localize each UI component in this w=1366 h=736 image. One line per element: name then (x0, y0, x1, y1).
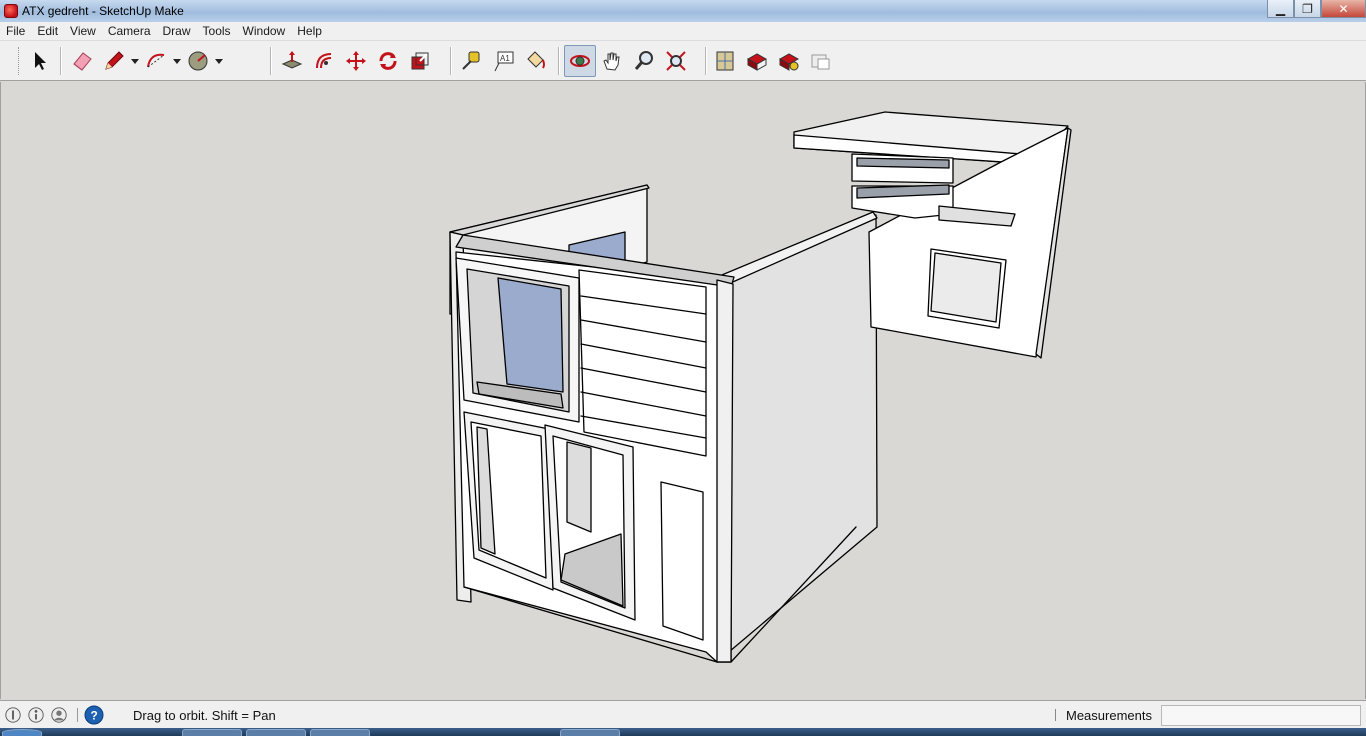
measurements-separator (1055, 709, 1056, 721)
restore-button[interactable]: ❐ (1294, 0, 1321, 18)
line-tool-dropdown[interactable] (130, 45, 140, 77)
send-to-layout-button[interactable] (805, 45, 837, 77)
model-right-wall (716, 214, 878, 663)
menu-camera[interactable]: Camera (102, 22, 157, 41)
menu-window[interactable]: Window (237, 22, 292, 41)
menu-file[interactable]: File (0, 22, 31, 41)
scale-icon (411, 52, 429, 70)
help-icon[interactable]: ? (84, 705, 104, 725)
pencil-icon (105, 51, 124, 70)
model-lower-right-door-reveal (566, 441, 592, 533)
tape-measure-icon (462, 51, 480, 70)
start-button[interactable] (2, 729, 42, 736)
zoom-tool[interactable] (628, 45, 660, 77)
select-tool[interactable] (24, 45, 56, 77)
menu-help[interactable]: Help (291, 22, 328, 41)
model-upper-window-glass (497, 277, 564, 393)
push-pull-icon (281, 51, 303, 69)
circle-icon (188, 51, 208, 71)
pan-tool[interactable] (596, 45, 628, 77)
layout-icon (811, 54, 830, 70)
menu-tools[interactable]: Tools (197, 22, 237, 41)
toolbar-separator (705, 47, 706, 75)
model-front-right-pillar (716, 279, 734, 663)
taskbar-app-button[interactable] (560, 729, 620, 736)
extension-icon (778, 53, 800, 71)
taskbar-app-button[interactable] (246, 729, 306, 736)
move-icon (346, 51, 366, 71)
os-taskbar (0, 728, 1366, 736)
arc-tool[interactable] (140, 45, 172, 77)
window-title: ATX gedreht - SketchUp Make (22, 4, 184, 18)
rotate-tool[interactable] (372, 45, 404, 77)
model-front-side-panel (660, 481, 704, 641)
window-controls: ▁ ❐ ✕ (1267, 0, 1366, 20)
status-bar: ? Drag to orbit. Shift = Pan Measurement… (0, 700, 1366, 728)
orbit-icon (570, 55, 590, 67)
measurements-input[interactable] (1161, 705, 1361, 726)
toolbar-separator (270, 47, 271, 75)
arrow-cursor-icon (35, 52, 46, 70)
credits-icon[interactable] (26, 705, 46, 725)
magnifier-icon (634, 51, 653, 70)
orbit-tool[interactable] (564, 45, 596, 77)
extension-warehouse-button[interactable] (773, 45, 805, 77)
3d-warehouse-button[interactable] (709, 45, 741, 77)
rotate-icon (379, 52, 397, 70)
paint-bucket-icon (527, 51, 545, 69)
toolbar-grip[interactable] (18, 47, 20, 75)
3d-model-drawing (449, 111, 1072, 663)
geo-location-icon[interactable] (3, 705, 23, 725)
warehouse-map-icon (716, 51, 734, 71)
shapes-tool[interactable] (182, 45, 214, 77)
scale-tool[interactable] (404, 45, 436, 77)
svg-text:A1: A1 (500, 54, 510, 63)
minimize-button[interactable]: ▁ (1267, 0, 1294, 18)
arc-icon (147, 53, 165, 68)
share-model-button[interactable] (741, 45, 773, 77)
modeling-viewport[interactable] (0, 82, 1366, 699)
offset-tool[interactable] (308, 45, 340, 77)
menu-view[interactable]: View (64, 22, 102, 41)
arc-tool-dropdown[interactable] (172, 45, 182, 77)
user-account-icon[interactable] (49, 705, 69, 725)
menu-bar: File Edit View Camera Draw Tools Window … (0, 22, 1366, 41)
zoom-extents-tool[interactable] (660, 45, 692, 77)
tape-measure-tool[interactable] (455, 45, 487, 77)
menu-edit[interactable]: Edit (31, 22, 64, 41)
zoom-extents-icon (666, 51, 686, 71)
model-drawer-upper-slot (856, 157, 950, 169)
text-label-icon: A1 (494, 51, 514, 72)
taskbar-app-button[interactable] (182, 729, 242, 736)
hand-icon (603, 52, 620, 71)
taskbar-app-button[interactable] (310, 729, 370, 736)
text-tool[interactable]: A1 (487, 45, 519, 77)
line-tool[interactable] (98, 45, 130, 77)
svg-text:?: ? (91, 708, 98, 722)
sketchup-app-icon[interactable] (4, 4, 18, 18)
shapes-tool-dropdown[interactable] (214, 45, 224, 77)
toolbar-separator (60, 47, 61, 75)
push-pull-tool[interactable] (276, 45, 308, 77)
close-button[interactable]: ✕ (1321, 0, 1366, 18)
offset-icon (316, 53, 332, 69)
getting-started-toolbar: A1 (0, 41, 1366, 81)
measurements-label: Measurements (1066, 708, 1152, 723)
status-separator (77, 707, 78, 722)
paint-bucket-tool[interactable] (519, 45, 551, 77)
title-bar: ATX gedreht - SketchUp Make ▁ ❐ ✕ (0, 0, 1366, 22)
menu-draw[interactable]: Draw (157, 22, 197, 41)
toolbar-separator (450, 47, 451, 75)
eraser-icon (73, 52, 92, 71)
eraser-tool[interactable] (66, 45, 98, 77)
model-panel-cutout-square-inner (930, 252, 1002, 323)
share-model-icon (746, 53, 768, 71)
move-tool[interactable] (340, 45, 372, 77)
status-hint: Drag to orbit. Shift = Pan (133, 708, 276, 723)
toolbar-separator (558, 47, 559, 75)
